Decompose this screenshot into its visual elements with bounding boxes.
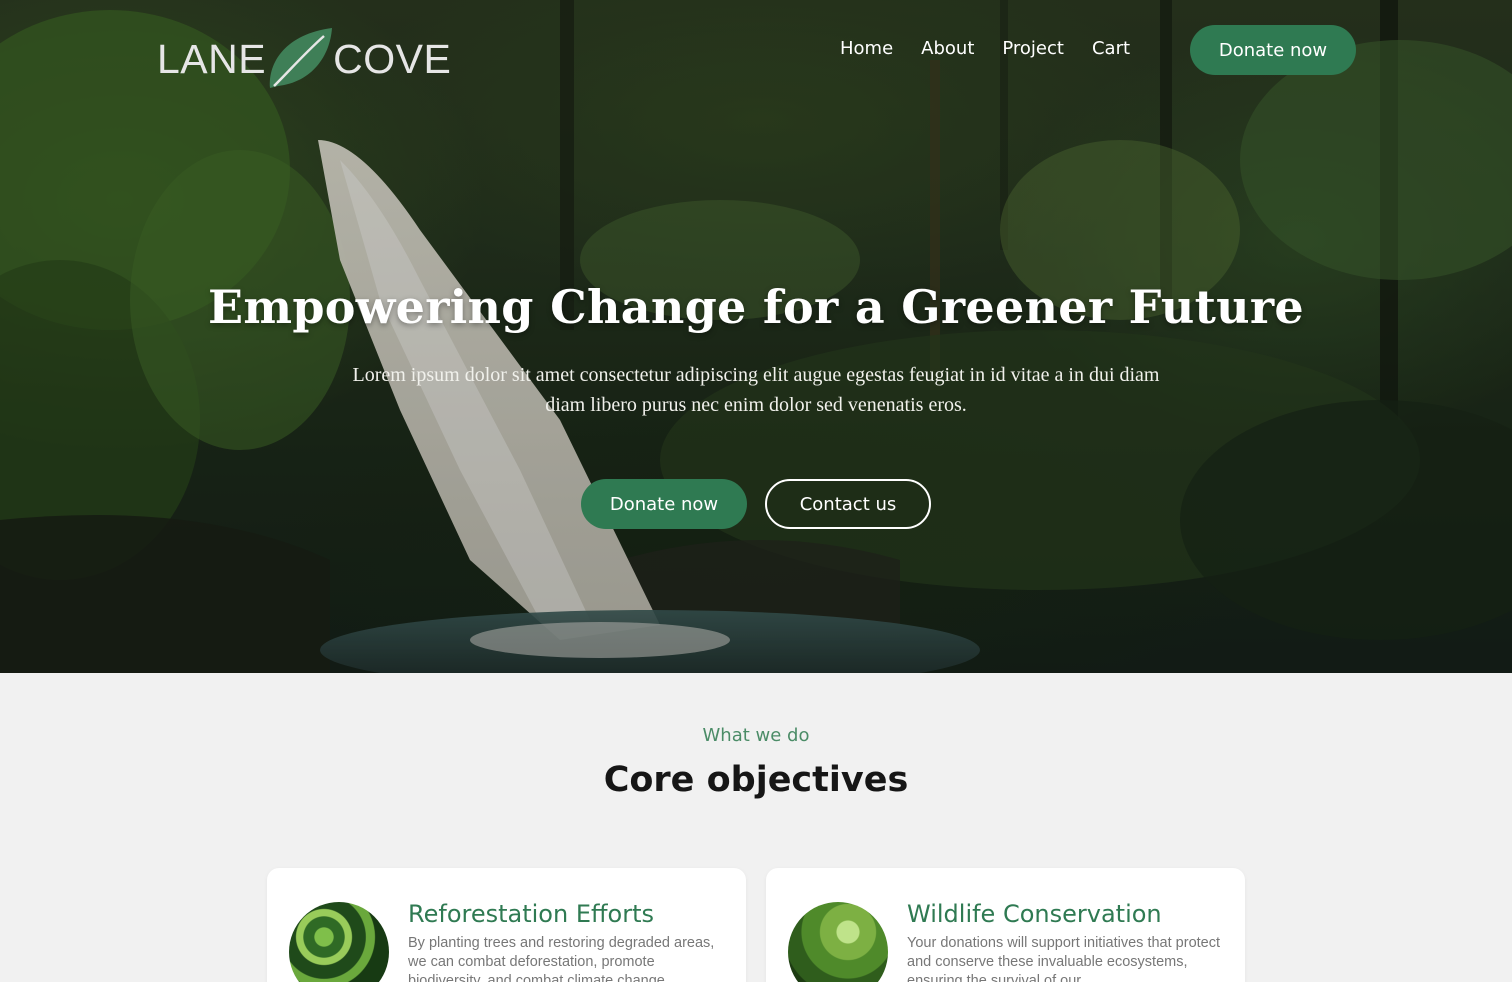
card-title: Reforestation Efforts xyxy=(408,900,654,928)
card-description: Your donations will support initiatives … xyxy=(907,935,1221,982)
nav-home[interactable]: Home xyxy=(840,38,893,59)
section-title: Core objectives xyxy=(603,760,909,800)
nav-project[interactable]: Project xyxy=(1002,38,1064,59)
hero-subtitle: Lorem ipsum dolor sit amet consectetur a… xyxy=(352,364,1160,416)
hero-donate-button[interactable]: Donate now xyxy=(581,479,747,529)
objective-card-wildlife[interactable]: Wildlife Conservation Your donations wil… xyxy=(766,868,1245,982)
nav-cart[interactable]: Cart xyxy=(1092,38,1130,59)
logo-text-right: COVE xyxy=(333,35,452,82)
card-description: By planting trees and restoring degraded… xyxy=(408,935,715,982)
section-eyebrow: What we do xyxy=(702,725,810,746)
hero-contact-button[interactable]: Contact us xyxy=(765,479,931,529)
card-thumbnail xyxy=(289,902,389,982)
card-title: Wildlife Conservation xyxy=(907,900,1162,928)
hero-title: Empowering Change for a Greener Future xyxy=(208,280,1304,334)
hero-section: LANE COVE Home About Project Cart Donate… xyxy=(0,0,1512,673)
hero-overlay xyxy=(0,0,1512,673)
leaf-icon xyxy=(269,28,333,88)
card-thumbnail xyxy=(788,902,888,982)
nav-about[interactable]: About xyxy=(921,38,974,59)
nav-donate-button[interactable]: Donate now xyxy=(1190,25,1356,75)
logo-text-left: LANE xyxy=(157,35,267,82)
main-nav: Home About Project Cart xyxy=(840,38,1158,59)
objective-card-reforestation[interactable]: Reforestation Efforts By planting trees … xyxy=(267,868,746,982)
brand-logo[interactable]: LANE COVE xyxy=(157,26,451,92)
